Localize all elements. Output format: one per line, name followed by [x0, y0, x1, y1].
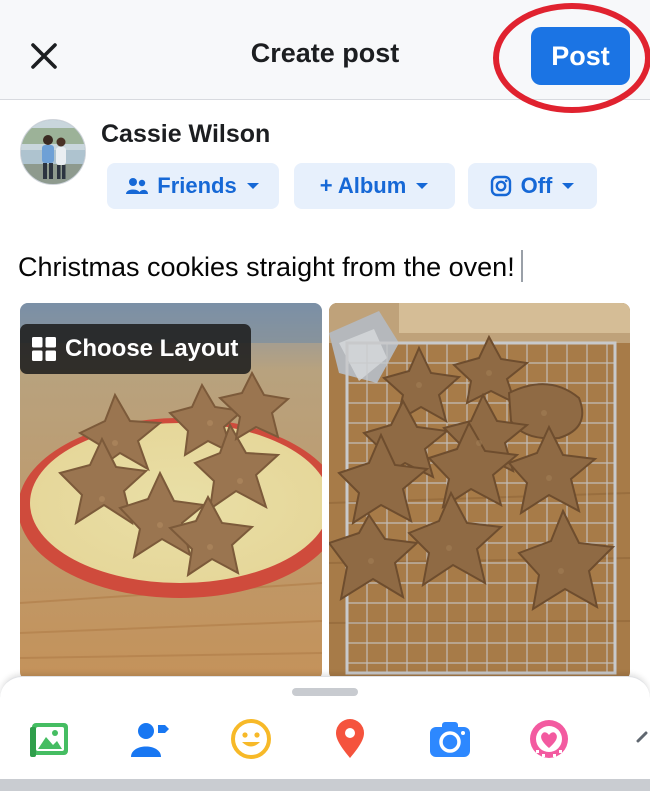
author-name: Cassie Wilson — [101, 120, 271, 148]
grid-layout-icon — [32, 337, 56, 361]
chevron-down-icon — [562, 183, 575, 189]
choose-layout-button[interactable]: Choose Layout — [20, 324, 251, 374]
audience-selector[interactable]: Friends — [107, 163, 279, 209]
camera-icon — [430, 722, 470, 757]
audience-label: Friends — [157, 173, 237, 198]
tag-people-icon — [131, 723, 169, 757]
gif-sticker-button[interactable] — [527, 717, 571, 761]
more-tools-arrow-icon[interactable] — [636, 729, 650, 747]
photo-video-button[interactable] — [28, 717, 72, 761]
choose-layout-label: Choose Layout — [65, 335, 239, 362]
gif-sticker-icon — [530, 720, 568, 758]
post-text-input[interactable]: Christmas cookies straight from the oven… — [18, 250, 523, 283]
check-in-button[interactable] — [328, 717, 372, 761]
post-button[interactable]: Post — [531, 27, 630, 85]
photo-cookies-rack[interactable] — [329, 303, 630, 680]
avatar — [20, 119, 86, 185]
tag-people-button[interactable] — [128, 717, 172, 761]
album-selector[interactable]: + Album — [294, 163, 455, 209]
sheet-grabber[interactable] — [292, 688, 358, 696]
text-cursor — [520, 250, 523, 282]
check-in-icon — [336, 719, 364, 758]
instagram-icon — [490, 175, 511, 197]
feeling-activity-button[interactable] — [229, 717, 273, 761]
instagram-label: Off — [520, 173, 553, 198]
album-label: + Album — [319, 173, 407, 198]
instagram-share-selector[interactable]: Off — [468, 163, 597, 209]
feeling-icon — [231, 719, 271, 759]
bottom-toolbar — [0, 676, 650, 791]
header-bar: Create post Post — [0, 0, 650, 100]
camera-button[interactable] — [428, 717, 472, 761]
photo-video-icon — [30, 723, 68, 757]
bottom-edge — [0, 779, 650, 791]
chevron-down-icon — [416, 183, 429, 189]
chevron-down-icon — [246, 183, 259, 189]
friends-icon — [126, 178, 149, 194]
post-text: Christmas cookies straight from the oven… — [18, 252, 515, 282]
